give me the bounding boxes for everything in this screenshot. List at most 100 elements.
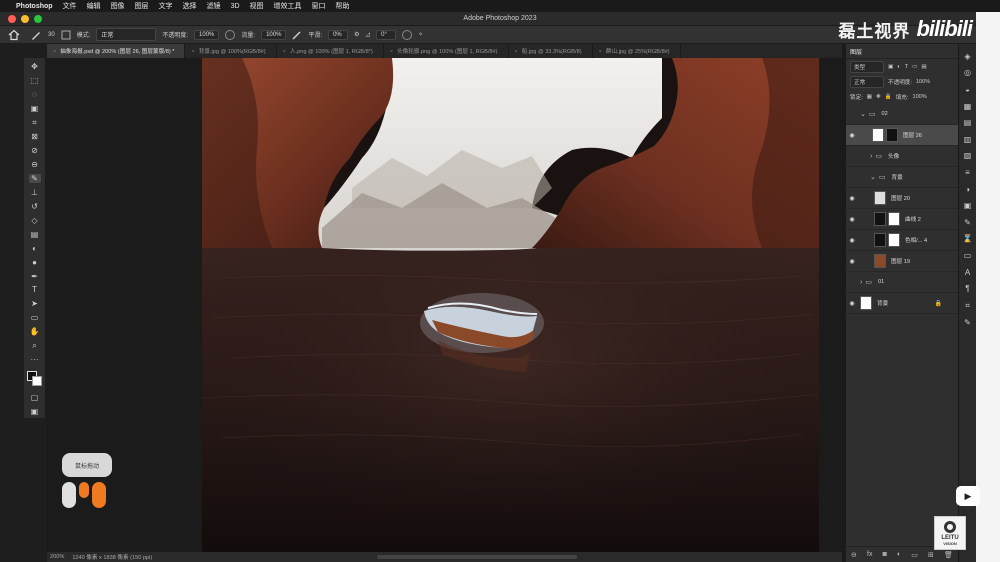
layer-group-background[interactable]: ⌄ ▭ 背景 bbox=[846, 167, 958, 188]
swatches-icon[interactable]: ▥ bbox=[964, 135, 972, 144]
blend-mode-select[interactable]: 正常 bbox=[850, 75, 884, 88]
eye-icon[interactable]: ◉ bbox=[846, 300, 858, 307]
layer-20[interactable]: ◉ 图层 20 bbox=[846, 188, 958, 209]
zoom-level[interactable]: 200% bbox=[50, 554, 64, 560]
tab-abstract-poster[interactable]: × 抽象海报.psd @ 200% (图层 26, 图层蒙版/8) * bbox=[47, 44, 186, 58]
background-color-swatch[interactable] bbox=[31, 375, 42, 386]
close-tab-icon[interactable]: × bbox=[283, 49, 286, 55]
rectangle-tool-icon[interactable]: ▭ bbox=[29, 313, 41, 323]
quick-mask-icon[interactable]: ▢ bbox=[29, 392, 41, 402]
layers-icon[interactable]: ◈ bbox=[964, 52, 970, 61]
menu-file[interactable]: 文件 bbox=[63, 1, 77, 11]
eye-icon[interactable]: ◉ bbox=[846, 195, 858, 202]
object-select-tool-icon[interactable]: ▣ bbox=[29, 104, 41, 114]
layer-group-01[interactable]: › ▭ 01 bbox=[846, 272, 958, 293]
eye-icon[interactable]: ◉ bbox=[846, 132, 858, 139]
menu-layer[interactable]: 图层 bbox=[135, 1, 149, 11]
path-select-tool-icon[interactable]: ➤ bbox=[29, 299, 41, 309]
paths-icon[interactable]: ✎ bbox=[964, 218, 971, 227]
healing-brush-tool-icon[interactable]: ⊖ bbox=[29, 160, 41, 170]
layer-kind-filter[interactable]: 类型 bbox=[850, 60, 884, 73]
pen-tool-icon[interactable]: ✒ bbox=[29, 271, 41, 281]
lock-position-icon[interactable]: ✥ bbox=[876, 94, 881, 100]
layer-mask-thumbnail[interactable] bbox=[888, 233, 900, 247]
eye-icon[interactable]: ◉ bbox=[846, 216, 858, 223]
menu-app-name[interactable]: Photoshop bbox=[16, 3, 53, 10]
libraries-icon[interactable]: ▦ bbox=[964, 102, 972, 111]
smooth-settings-gear-icon[interactable]: ⚙ bbox=[354, 31, 359, 38]
airbrush-icon[interactable] bbox=[292, 30, 302, 40]
zoom-tool-icon[interactable]: ⌕ bbox=[29, 341, 41, 351]
comments-icon[interactable]: ▭ bbox=[964, 251, 972, 260]
menu-3d[interactable]: 3D bbox=[231, 3, 240, 10]
document-info[interactable]: 1240 像素 x 1838 像素 (150 ppi) bbox=[72, 553, 152, 561]
type-tool-icon[interactable]: T bbox=[29, 285, 41, 295]
canvas-area[interactable] bbox=[47, 58, 842, 552]
screen-mode-icon[interactable]: ▣ bbox=[29, 406, 41, 416]
menu-image[interactable]: 图像 bbox=[111, 1, 125, 11]
smooth-field[interactable]: 0% bbox=[328, 29, 349, 40]
gradients-icon[interactable]: ▧ bbox=[964, 151, 972, 160]
crop-tool-icon[interactable]: ⌗ bbox=[29, 118, 41, 128]
close-tab-icon[interactable]: × bbox=[599, 49, 602, 55]
frame-tool-icon[interactable]: ⊠ bbox=[29, 132, 41, 142]
layer-curves-2[interactable]: ◉ 曲线 2 bbox=[846, 209, 958, 230]
more-tools-icon[interactable]: ··· bbox=[29, 355, 41, 365]
eye-icon[interactable]: ◉ bbox=[846, 258, 858, 265]
layer-19[interactable]: ◉ 图层 19 bbox=[846, 251, 958, 272]
mode-select[interactable]: 正常 bbox=[96, 28, 157, 41]
pressure-size-icon[interactable] bbox=[402, 29, 413, 40]
adjustments-icon[interactable]: ◑ bbox=[965, 185, 970, 194]
close-tab-icon[interactable]: × bbox=[53, 49, 56, 55]
tab-person[interactable]: × 人.png @ 100% (图层 1, RGB/8*) bbox=[277, 44, 384, 58]
menu-filter[interactable]: 滤镜 bbox=[207, 1, 221, 11]
layer-style-fx-icon[interactable]: fx bbox=[867, 551, 872, 558]
history-icon[interactable]: ⌛ bbox=[963, 234, 973, 243]
layer-background[interactable]: ◉ 背景 🔒 bbox=[846, 293, 958, 314]
menu-window[interactable]: 窗口 bbox=[312, 1, 326, 11]
brush-settings-icon[interactable] bbox=[61, 30, 71, 40]
filter-pixel-icon[interactable]: ▣ bbox=[888, 64, 893, 70]
color-swatches[interactable] bbox=[26, 370, 43, 387]
color-icon[interactable]: ▤ bbox=[964, 118, 972, 127]
brush-size-value[interactable]: 30 bbox=[48, 32, 55, 38]
layer-hue-saturation-4[interactable]: ◉ 色相/... 4 bbox=[846, 230, 958, 251]
tab-boat[interactable]: × 船.jpg @ 33.3%(RGB/8) bbox=[509, 44, 593, 58]
menu-view[interactable]: 视图 bbox=[250, 1, 264, 11]
menu-plugins[interactable]: 增效工具 bbox=[274, 1, 302, 11]
layer-mask-thumbnail[interactable] bbox=[888, 212, 900, 226]
home-icon[interactable] bbox=[8, 29, 20, 41]
chevron-down-icon[interactable]: ⌄ bbox=[860, 110, 866, 118]
lock-all-icon[interactable]: 🔒 bbox=[885, 94, 892, 100]
new-group-icon[interactable]: ▭ bbox=[911, 551, 918, 559]
close-tab-icon[interactable]: × bbox=[191, 49, 194, 55]
chevron-down-icon[interactable]: ⌄ bbox=[870, 173, 876, 181]
close-tab-icon[interactable]: × bbox=[515, 49, 518, 55]
menu-type[interactable]: 文字 bbox=[159, 1, 173, 11]
close-tab-icon[interactable]: × bbox=[390, 49, 393, 55]
filter-type-icon[interactable]: T bbox=[905, 64, 908, 70]
gradient-tool-icon[interactable]: ▤ bbox=[29, 229, 41, 239]
flow-field[interactable]: 100% bbox=[261, 29, 287, 40]
clone-stamp-tool-icon[interactable]: ⊥ bbox=[29, 188, 41, 198]
eyedropper-tool-icon[interactable]: ⊘ bbox=[29, 146, 41, 156]
add-mask-icon[interactable]: ◙ bbox=[883, 551, 887, 558]
adjust-icon[interactable]: ◎ bbox=[964, 68, 971, 77]
menu-edit[interactable]: 编辑 bbox=[87, 1, 101, 11]
filter-smart-icon[interactable]: ▤ bbox=[921, 64, 926, 70]
layer-group-02[interactable]: ⌄ ▭ 02 bbox=[846, 104, 958, 125]
chevron-right-icon[interactable]: › bbox=[870, 153, 872, 160]
link-layers-icon[interactable]: ⊖ bbox=[851, 551, 857, 559]
filter-shape-icon[interactable]: ▭ bbox=[912, 64, 917, 70]
move-tool-icon[interactable]: ✥ bbox=[29, 62, 41, 72]
tab-layers[interactable]: 图层 bbox=[850, 47, 862, 56]
document-canvas[interactable] bbox=[202, 58, 819, 552]
lasso-tool-icon[interactable]: ◌ bbox=[29, 90, 41, 100]
symmetry-icon[interactable]: ✧ bbox=[418, 31, 423, 38]
properties-icon[interactable]: ≡ bbox=[965, 168, 970, 177]
hand-tool-icon[interactable]: ✋ bbox=[29, 327, 41, 337]
history-brush-tool-icon[interactable]: ↺ bbox=[29, 202, 41, 212]
menu-help[interactable]: 帮助 bbox=[336, 1, 350, 11]
brush-tool-icon[interactable]: ✎ bbox=[28, 173, 41, 184]
pressure-opacity-icon[interactable] bbox=[225, 29, 236, 40]
